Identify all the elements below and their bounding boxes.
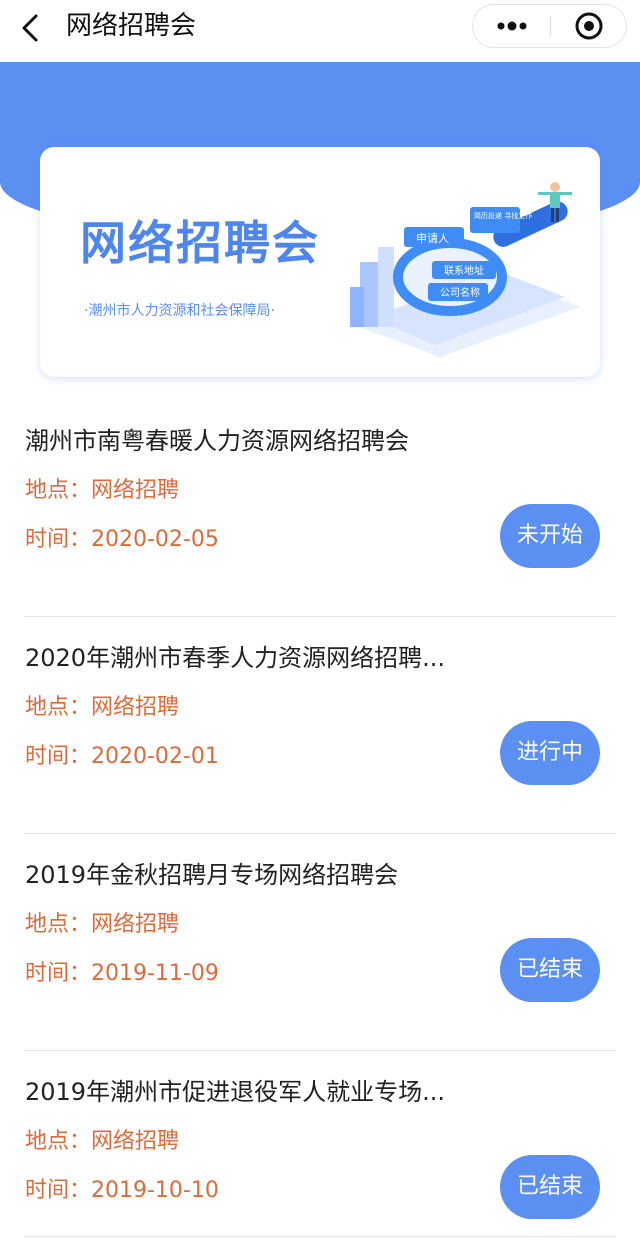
list-item[interactable]: 2019年潮州市促进退役军人就业专场... 地点：网络招聘 时间：2019-10… — [24, 1051, 616, 1237]
list-item[interactable]: 潮州市南粤春暖人力资源网络招聘会 地点：网络招聘 时间：2020-02-05 未… — [24, 400, 616, 617]
list-item[interactable]: 2020年潮州市春季人力资源网络招聘... 地点：网络招聘 时间：2020-02… — [24, 617, 616, 834]
banner-subtitle: ·潮州市人力资源和社会保障局· — [84, 303, 275, 319]
illus-label-company: 公司名称 — [440, 286, 480, 299]
status-badge[interactable]: 已结束 — [500, 1155, 600, 1219]
item-title: 潮州市南粤春暖人力资源网络招聘会 — [25, 427, 409, 455]
nav-bar: 网络招聘会 — [0, 0, 640, 62]
illus-label-applicant: 申请人 — [416, 232, 449, 245]
item-time: 时间：2019-10-10 — [25, 1178, 219, 1203]
magnifier-illustration-icon: 申请人 联系地址 公司名称 简历投递 寻找工作 — [350, 182, 580, 357]
item-location: 地点：网络招聘 — [25, 478, 180, 503]
item-title: 2019年金秋招聘月专场网络招聘会 — [25, 861, 399, 889]
more-dots-icon[interactable] — [473, 5, 550, 47]
item-title: 2020年潮州市春季人力资源网络招聘... — [25, 644, 445, 672]
item-time: 时间：2020-02-05 — [25, 527, 219, 552]
status-badge[interactable]: 未开始 — [500, 504, 600, 568]
item-title: 2019年潮州市促进退役军人就业专场... — [25, 1078, 445, 1106]
item-time: 时间：2020-02-01 — [25, 744, 219, 769]
illus-label-resume: 简历投递 寻找工作 — [474, 211, 532, 220]
chevron-left-icon[interactable] — [14, 10, 50, 46]
status-badge[interactable]: 已结束 — [500, 938, 600, 1002]
item-time: 时间：2019-11-09 — [25, 961, 219, 986]
item-location: 地点：网络招聘 — [25, 912, 180, 937]
banner-card: 网络招聘会 ·潮州市人力资源和社会保障局· 申请人 联系地址 公司名称 简历投递… — [40, 147, 600, 377]
item-location: 地点：网络招聘 — [25, 695, 180, 720]
list-item[interactable]: 2019年金秋招聘月专场网络招聘会 地点：网络招聘 时间：2019-11-09 … — [24, 834, 616, 1051]
mini-program-capsule — [472, 4, 627, 48]
page-title: 网络招聘会 — [66, 11, 197, 41]
target-close-icon[interactable] — [551, 5, 627, 47]
item-location: 地点：网络招聘 — [25, 1129, 180, 1154]
status-badge[interactable]: 进行中 — [500, 721, 600, 785]
banner-title: 网络招聘会 — [80, 216, 320, 270]
illus-label-address: 联系地址 — [444, 264, 484, 277]
